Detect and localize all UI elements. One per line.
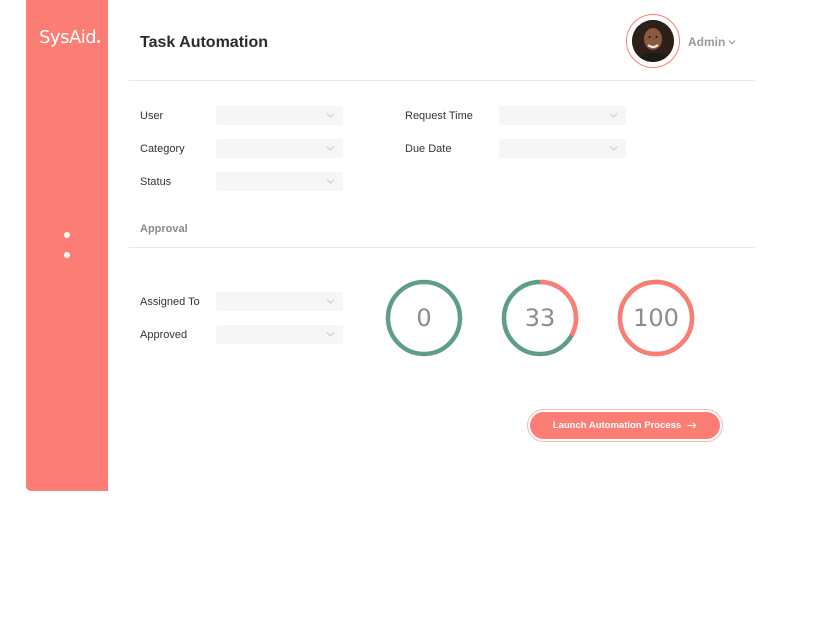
gauge-value: 0	[416, 304, 432, 332]
approved-select[interactable]	[216, 325, 343, 344]
menu-dot	[64, 232, 70, 238]
due-date-select[interactable]	[499, 139, 626, 158]
assigned-to-label: Assigned To	[140, 296, 200, 308]
category-label: Category	[140, 143, 185, 155]
progress-gauge-33: 33	[500, 278, 580, 358]
user-label: User	[140, 110, 164, 122]
status-label: Status	[140, 176, 172, 188]
sysaid-logo[interactable]: SysAid	[39, 27, 101, 48]
avatar-photo	[632, 20, 674, 62]
status-select[interactable]	[216, 172, 343, 191]
header-divider	[129, 80, 755, 81]
user-select[interactable]	[216, 106, 343, 125]
menu-dots-icon[interactable]	[64, 232, 70, 272]
arrow-right-icon	[687, 422, 697, 429]
chevron-down-icon	[728, 40, 736, 45]
approval-section-title: Approval	[140, 223, 188, 235]
progress-gauge-100: 100	[616, 278, 696, 358]
category-select[interactable]	[216, 139, 343, 158]
logo-dot	[97, 40, 101, 43]
gauge-value: 100	[633, 304, 679, 332]
request-time-label: Request Time	[405, 110, 473, 122]
launch-automation-button[interactable]: Launch Automation Process	[530, 412, 720, 439]
chevron-down-icon	[326, 146, 335, 151]
logo-text: SysAid	[39, 27, 97, 48]
task-automation-page: SysAid Task Automation Admin User Catego…	[0, 0, 828, 619]
sidebar: SysAid	[26, 0, 108, 491]
chevron-down-icon	[326, 332, 335, 337]
due-date-label: Due Date	[405, 143, 452, 155]
launch-button-label: Launch Automation Process	[552, 420, 682, 431]
avatar[interactable]	[626, 14, 680, 68]
progress-gauge-0: 0	[384, 278, 464, 358]
person-photo-icon	[632, 20, 674, 62]
chevron-down-icon	[609, 113, 618, 118]
chevron-down-icon	[326, 113, 335, 118]
launch-button-outline: Launch Automation Process	[527, 409, 723, 442]
chevron-down-icon	[326, 179, 335, 184]
approval-divider	[129, 247, 755, 248]
assigned-to-select[interactable]	[216, 292, 343, 311]
page-title: Task Automation	[140, 34, 269, 51]
menu-dot	[64, 252, 70, 258]
chevron-down-icon	[609, 146, 618, 151]
user-menu[interactable]: Admin	[688, 35, 736, 49]
gauge-value: 33	[524, 304, 556, 332]
chevron-down-icon	[326, 299, 335, 304]
request-time-select[interactable]	[499, 106, 626, 125]
user-menu-label: Admin	[688, 35, 726, 49]
approved-label: Approved	[140, 329, 188, 341]
